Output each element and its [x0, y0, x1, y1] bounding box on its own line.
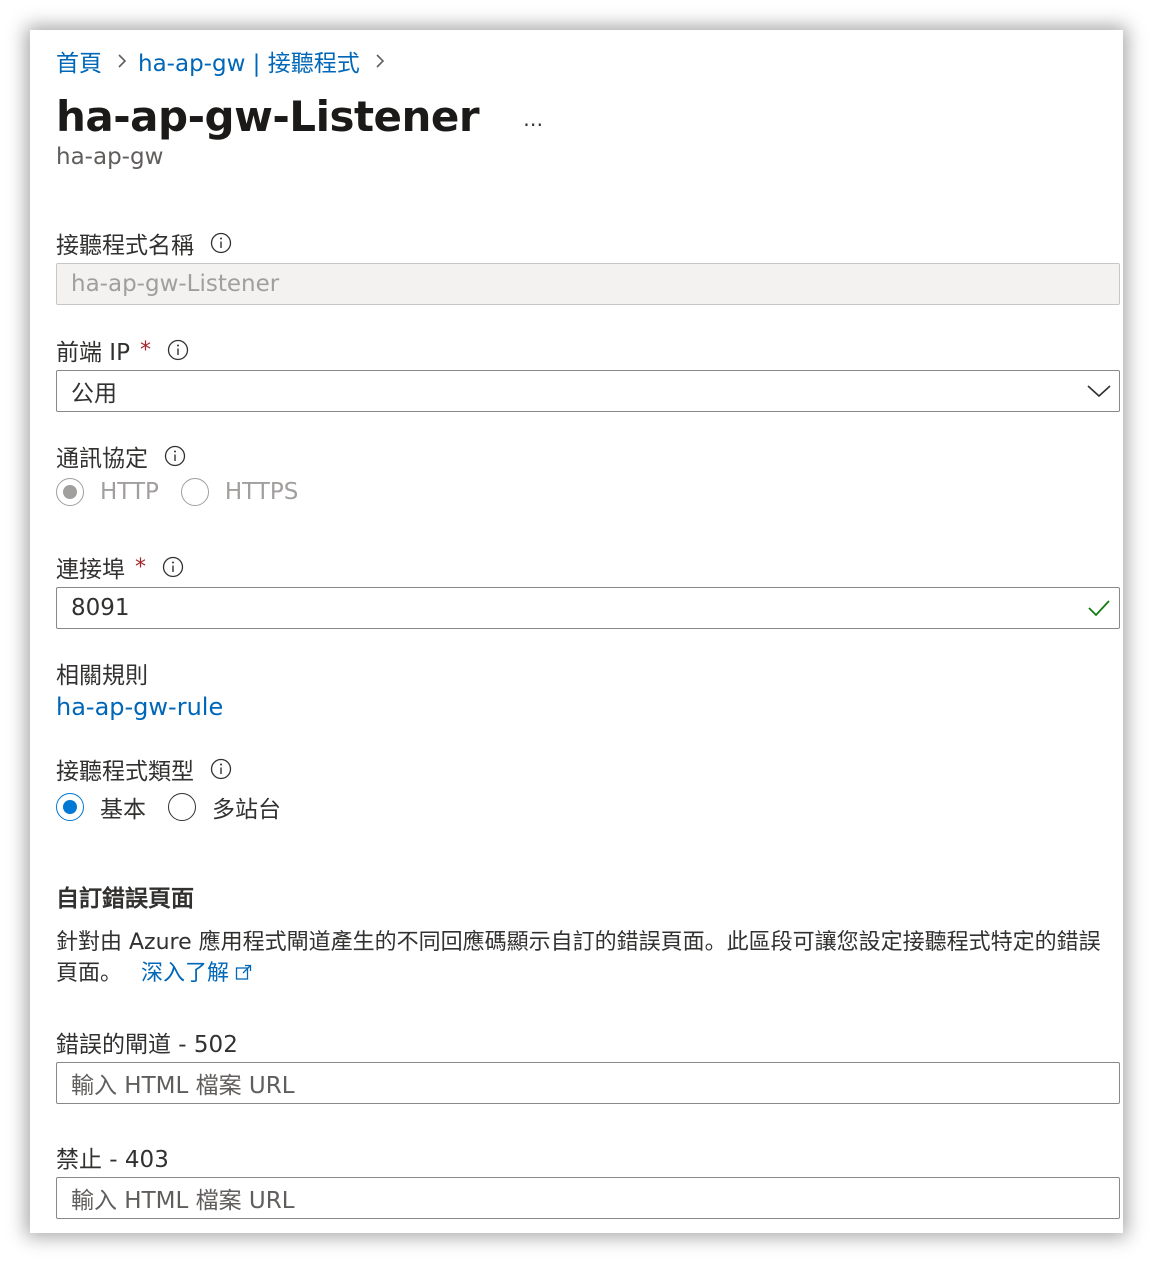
info-icon[interactable]	[210, 758, 232, 780]
custom-errors-description: 針對由 Azure 應用程式閘道產生的不同回應碼顯示自訂的錯誤頁面。此區段可讓您…	[56, 927, 1106, 990]
chevron-right-icon	[116, 52, 128, 70]
breadcrumb-home-link[interactable]: 首頁	[56, 44, 102, 78]
chevron-down-icon[interactable]	[1079, 384, 1119, 398]
protocol-label-text: 通訊協定	[56, 446, 148, 472]
protocol-radio-group: HTTP HTTPS	[56, 478, 320, 506]
panel: 首頁 ha-ap-gw | 接聽程式 ha-ap-gw-Listener … h…	[30, 30, 1123, 1233]
checkmark-icon	[1079, 599, 1119, 617]
related-rule-link[interactable]: ha-ap-gw-rule	[56, 693, 223, 721]
listener-type-label-text: 接聽程式類型	[56, 759, 194, 785]
learn-more-link-text: 深入了解	[141, 961, 230, 986]
listener-name-label-text: 接聽程式名稱	[56, 233, 194, 259]
protocol-radio-https	[180, 478, 209, 506]
port-value: 8091	[71, 595, 130, 621]
breadcrumb: 首頁 ha-ap-gw | 接聽程式	[56, 44, 396, 78]
info-icon[interactable]	[162, 556, 184, 578]
protocol-option-http: HTTP	[100, 479, 159, 505]
page-subtitle: ha-ap-gw	[56, 144, 164, 170]
error-403-label: 禁止 - 403	[56, 1147, 169, 1173]
info-icon[interactable]	[167, 339, 189, 361]
info-icon[interactable]	[210, 232, 232, 254]
more-icon[interactable]: …	[523, 107, 545, 131]
required-marker: *	[135, 554, 146, 580]
info-icon[interactable]	[164, 445, 186, 467]
frontend-ip-selected: 公用	[71, 381, 117, 407]
related-rule-label: 相關規則	[56, 663, 148, 689]
required-marker: *	[139, 337, 151, 363]
protocol-option-https: HTTPS	[224, 479, 299, 505]
title-row: ha-ap-gw-Listener …	[56, 92, 545, 141]
listener-type-option-multisite[interactable]: 多站台	[212, 790, 281, 824]
listener-name-field: ha-ap-gw-Listener	[56, 263, 1120, 305]
listener-name-value: ha-ap-gw-Listener	[71, 271, 280, 297]
listener-type-radio-group: 基本 多站台	[56, 790, 303, 824]
chevron-right-icon	[374, 52, 386, 70]
listener-type-radio-multisite[interactable]	[168, 793, 196, 821]
port-label-text: 連接埠	[56, 557, 125, 583]
error-502-input[interactable]: 輸入 HTML 檔案 URL	[56, 1062, 1120, 1104]
error-403-placeholder: 輸入 HTML 檔案 URL	[71, 1188, 295, 1214]
external-link-icon	[235, 959, 252, 990]
protocol-radio-http	[56, 478, 84, 506]
port-input[interactable]: 8091	[56, 587, 1120, 629]
custom-errors-title: 自訂錯誤頁面	[56, 886, 194, 912]
frontend-ip-label: 前端 IP *	[56, 333, 189, 367]
frontend-ip-dropdown[interactable]: 公用	[56, 370, 1120, 412]
listener-type-option-basic[interactable]: 基本	[100, 790, 146, 824]
page-title: ha-ap-gw-Listener	[56, 92, 480, 141]
error-502-placeholder: 輸入 HTML 檔案 URL	[71, 1073, 295, 1099]
learn-more-link[interactable]: 深入了解	[141, 961, 252, 986]
listener-type-label: 接聽程式類型	[56, 752, 232, 786]
error-403-input[interactable]: 輸入 HTML 檔案 URL	[56, 1177, 1120, 1219]
frontend-ip-label-text: 前端 IP	[56, 340, 130, 366]
radio-selected-dot	[63, 800, 77, 814]
radio-selected-dot	[63, 485, 77, 499]
listener-name-label: 接聽程式名稱	[56, 226, 232, 260]
protocol-label: 通訊協定	[56, 439, 186, 473]
breadcrumb-parent-link[interactable]: ha-ap-gw | 接聽程式	[138, 44, 360, 78]
port-label: 連接埠 *	[56, 550, 184, 584]
listener-type-radio-basic[interactable]	[56, 793, 84, 821]
error-502-label: 錯誤的閘道 - 502	[56, 1032, 238, 1058]
